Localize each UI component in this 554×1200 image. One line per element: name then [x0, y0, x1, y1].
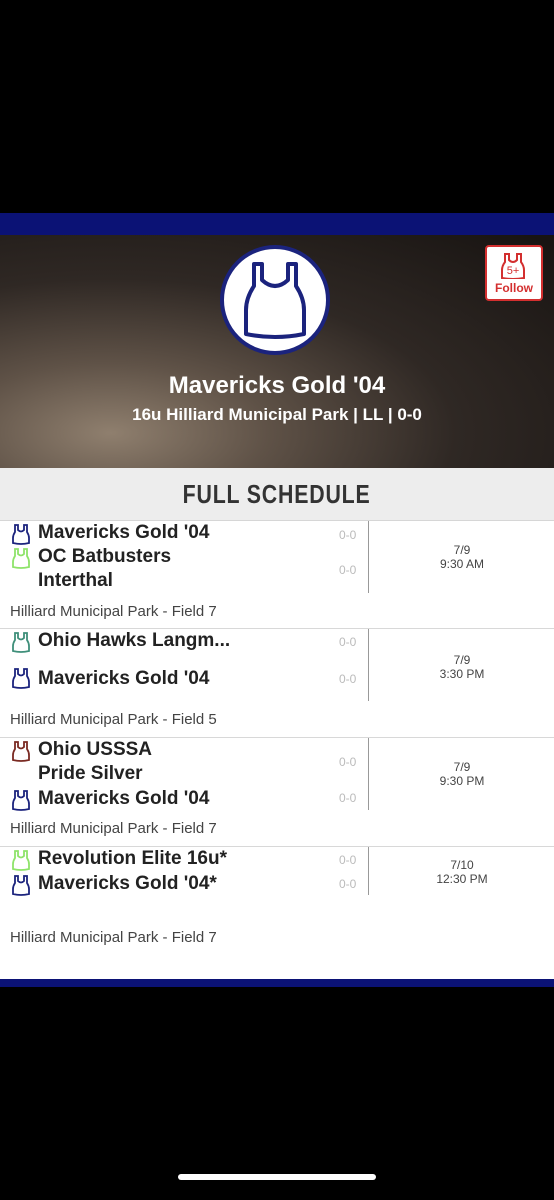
game-date: 7/9 — [453, 760, 471, 774]
divider — [368, 738, 369, 810]
divider — [368, 847, 369, 895]
team-name: OC Batbusters Interthal — [38, 546, 172, 591]
game-location: Hilliard Municipal Park - Field 7 — [10, 820, 217, 837]
team-score: 0-0 — [339, 755, 357, 769]
team-logo — [220, 245, 330, 355]
schedule-title: FULL SCHEDULE — [183, 478, 371, 509]
bottom-accent-bar — [0, 979, 554, 987]
game-location: Hilliard Municipal Park - Field 7 — [10, 929, 217, 946]
team-jersey-icon — [12, 632, 30, 653]
top-accent-bar — [0, 213, 554, 235]
team-jersey-icon — [12, 548, 30, 569]
team-name: Mavericks Gold '04 — [38, 668, 210, 689]
team-name: Mavericks Gold '04 — [38, 788, 210, 809]
status-area — [0, 0, 554, 213]
team-name: Ohio USSSA Pride Silver — [38, 739, 152, 784]
team-jersey-icon — [12, 668, 30, 689]
team-name: Mavericks Gold '04* — [38, 873, 217, 894]
team-score: 0-0 — [339, 791, 357, 805]
team-jersey-icon — [12, 850, 30, 871]
team-score: 0-0 — [339, 563, 357, 577]
divider — [368, 629, 369, 701]
team-name: Ohio Hawks Langm... — [38, 630, 231, 651]
game-datetime: 7/9 9:30 PM — [370, 760, 554, 788]
team-jersey-icon — [12, 524, 30, 545]
game-date: 7/9 — [453, 543, 471, 557]
game-time: 12:30 PM — [436, 872, 488, 886]
team-score: 0-0 — [339, 672, 357, 686]
team-name: Mavericks Gold '04 — [38, 522, 210, 543]
team-score: 0-0 — [339, 877, 357, 891]
game-location: Hilliard Municipal Park - Field 7 — [10, 603, 217, 620]
team-score: 0-0 — [339, 528, 357, 542]
game-datetime: 7/9 9:30 AM — [370, 543, 554, 571]
game-card[interactable]: Mavericks Gold '04 OC Batbusters Interth… — [0, 521, 554, 629]
jersey-badge-icon: 5+ — [501, 253, 525, 279]
game-date: 7/10 — [450, 858, 474, 872]
team-name: Revolution Elite 16u* — [38, 848, 227, 869]
game-card[interactable]: Revolution Elite 16u* Mavericks Gold '04… — [0, 847, 554, 978]
follow-label: Follow — [495, 281, 533, 295]
game-time: 9:30 AM — [439, 557, 485, 571]
schedule-header: FULL SCHEDULE — [0, 468, 554, 521]
team-jersey-icon — [12, 875, 30, 896]
jersey-icon — [244, 262, 306, 339]
follow-button[interactable]: 5+ Follow — [485, 245, 543, 301]
game-datetime: 7/10 12:30 PM — [370, 858, 554, 886]
game-date: 7/9 — [453, 653, 471, 667]
home-indicator[interactable] — [178, 1174, 376, 1180]
team-score: 0-0 — [339, 853, 357, 867]
game-card[interactable]: Ohio Hawks Langm... Mavericks Gold '04 0… — [0, 629, 554, 738]
game-datetime: 7/9 3:30 PM — [370, 653, 554, 681]
team-jersey-icon — [12, 790, 30, 811]
game-card[interactable]: Ohio USSSA Pride Silver Mavericks Gold '… — [0, 738, 554, 847]
divider — [368, 521, 369, 593]
team-subtitle: 16u Hilliard Municipal Park | LL | 0-0 — [132, 405, 422, 424]
team-score: 0-0 — [339, 635, 357, 649]
svg-text:5+: 5+ — [507, 265, 520, 277]
team-name: Mavericks Gold '04 — [168, 372, 386, 399]
team-jersey-icon — [12, 741, 30, 762]
game-time: 3:30 PM — [439, 667, 485, 681]
game-location: Hilliard Municipal Park - Field 5 — [10, 711, 217, 728]
game-time: 9:30 PM — [439, 774, 485, 788]
